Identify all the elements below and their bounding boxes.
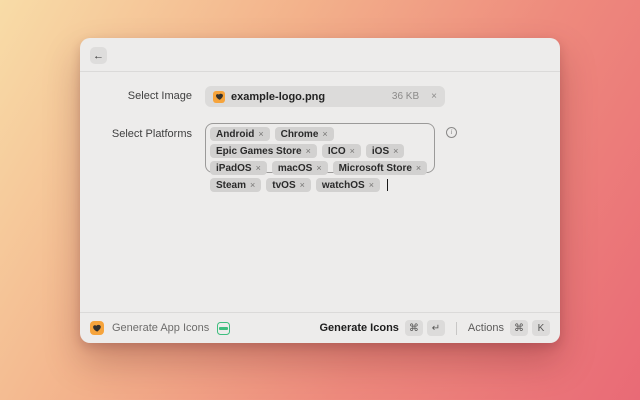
actions-button[interactable]: Actions bbox=[468, 322, 504, 334]
remove-tag-icon[interactable]: × bbox=[369, 180, 374, 190]
platform-tag[interactable]: Microsoft Store × bbox=[333, 161, 428, 175]
platform-tag-label: Android bbox=[216, 129, 254, 140]
platform-tag[interactable]: Android × bbox=[210, 127, 270, 141]
platform-tag-label: Epic Games Store bbox=[216, 146, 302, 157]
secondary-keys: ⌘K bbox=[510, 320, 550, 336]
file-size-badge: 36 KB bbox=[392, 91, 419, 102]
remove-tag-icon[interactable]: × bbox=[350, 146, 355, 156]
remove-tag-icon[interactable]: × bbox=[256, 163, 261, 173]
platform-tag[interactable]: watchOS × bbox=[316, 178, 380, 192]
platform-tag-label: Steam bbox=[216, 180, 246, 191]
app-window: ← Select Image example-logo.png 36 KB × … bbox=[80, 38, 560, 343]
key-chip: K bbox=[532, 320, 550, 336]
key-chip: ↵ bbox=[427, 320, 445, 336]
platform-tag-label: iOS bbox=[372, 146, 389, 157]
key-chip: ⌘ bbox=[405, 320, 423, 336]
remove-tag-icon[interactable]: × bbox=[306, 146, 311, 156]
select-platforms-label: Select Platforms bbox=[80, 128, 192, 140]
command-title: Generate App Icons bbox=[112, 322, 209, 334]
platform-tag-label: Chrome bbox=[281, 129, 319, 140]
platform-tag[interactable]: iOS × bbox=[366, 144, 405, 158]
file-logo-icon bbox=[213, 91, 225, 103]
remove-tag-icon[interactable]: × bbox=[322, 129, 327, 139]
platform-tag-label: watchOS bbox=[322, 180, 365, 191]
remove-file-icon[interactable]: × bbox=[431, 91, 437, 102]
platform-tag-label: ICO bbox=[328, 146, 346, 157]
key-chip: ⌘ bbox=[510, 320, 528, 336]
remove-tag-icon[interactable]: × bbox=[250, 180, 255, 190]
footer-bar: Generate App Icons Generate Icons ⌘↵ Act… bbox=[80, 312, 560, 343]
info-icon[interactable]: i bbox=[446, 127, 457, 138]
platform-tag-label: tvOS bbox=[272, 180, 295, 191]
footer-divider bbox=[456, 322, 457, 335]
remove-tag-icon[interactable]: × bbox=[316, 163, 321, 173]
remove-tag-icon[interactable]: × bbox=[300, 180, 305, 190]
selected-file-chip[interactable]: example-logo.png 36 KB × bbox=[205, 86, 445, 107]
footer-actions: Generate Icons ⌘↵ Actions ⌘K bbox=[319, 320, 550, 336]
platforms-tag-input[interactable]: Android×Chrome×Epic Games Store×ICO×iOS×… bbox=[205, 123, 435, 173]
remove-tag-icon[interactable]: × bbox=[393, 146, 398, 156]
remove-tag-icon[interactable]: × bbox=[258, 129, 263, 139]
platform-tag[interactable]: macOS × bbox=[272, 161, 328, 175]
app-logo-icon bbox=[90, 321, 104, 335]
platform-tag[interactable]: tvOS × bbox=[266, 178, 311, 192]
primary-keys: ⌘↵ bbox=[405, 320, 445, 336]
text-caret bbox=[387, 179, 388, 191]
storage-status-icon bbox=[217, 322, 230, 335]
file-name: example-logo.png bbox=[231, 91, 325, 103]
select-image-label: Select Image bbox=[80, 90, 192, 102]
platform-tag[interactable]: Epic Games Store × bbox=[210, 144, 317, 158]
generate-icons-button[interactable]: Generate Icons bbox=[319, 322, 398, 334]
platform-tag[interactable]: iPadOS × bbox=[210, 161, 267, 175]
platform-tag[interactable]: Steam × bbox=[210, 178, 261, 192]
platform-tag-label: Microsoft Store bbox=[339, 163, 412, 174]
platform-tag[interactable]: Chrome× bbox=[275, 127, 334, 141]
platform-tag-label: macOS bbox=[278, 163, 312, 174]
window-header: ← bbox=[80, 38, 560, 72]
back-button[interactable]: ← bbox=[90, 47, 107, 64]
remove-tag-icon[interactable]: × bbox=[416, 163, 421, 173]
platform-tag-label: iPadOS bbox=[216, 163, 252, 174]
platform-tag[interactable]: ICO × bbox=[322, 144, 361, 158]
